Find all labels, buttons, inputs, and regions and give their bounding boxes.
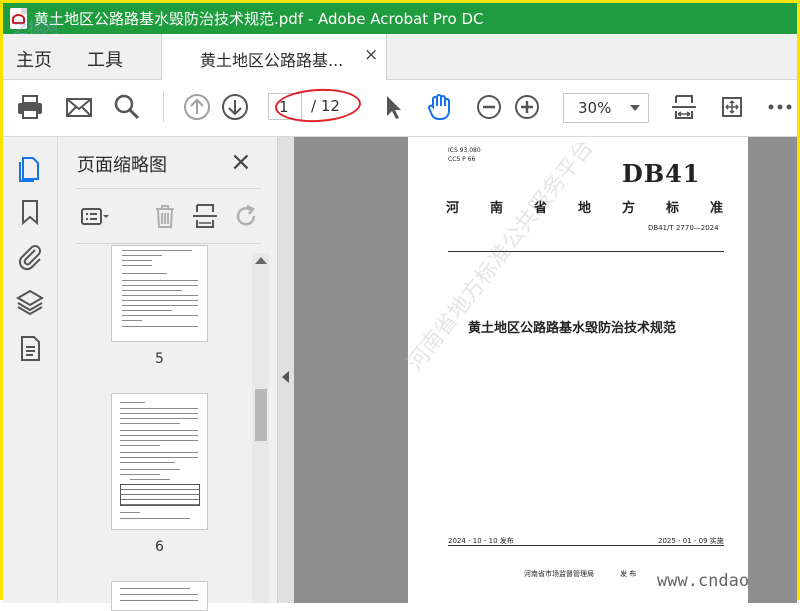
tab-home[interactable]: 主页	[16, 46, 52, 72]
zoom-select[interactable]: 30%	[563, 93, 649, 123]
next-page-icon[interactable]	[220, 92, 250, 122]
document-properties-icon[interactable]	[15, 333, 45, 363]
province-char: 地	[578, 201, 592, 216]
doc-ics: ICS 93.080	[448, 147, 481, 154]
panel-title: 页面缩略图	[77, 155, 167, 176]
page-thumbnails-icon[interactable]	[15, 153, 45, 183]
layers-icon[interactable]	[15, 287, 45, 317]
thumbnail-page-number: 5	[155, 351, 164, 367]
hand-icon[interactable]	[425, 92, 455, 122]
province-char: 南	[490, 201, 504, 216]
rotate-page-icon[interactable]	[231, 201, 261, 231]
doc-issue-label: 发 布	[620, 570, 637, 578]
collapse-arrow-icon[interactable]	[282, 371, 289, 383]
zoom-in-icon[interactable]	[512, 92, 542, 122]
page-thumbnails-panel: 页面缩略图 × 5 6	[58, 137, 277, 611]
toolbar-separator	[163, 92, 164, 122]
fit-page-icon[interactable]	[669, 92, 699, 122]
doc-rule	[448, 545, 724, 546]
print-icon[interactable]	[15, 92, 45, 122]
doc-standard-mark: DB41	[622, 159, 701, 188]
page-thumbnail[interactable]	[111, 581, 208, 611]
zoom-out-icon[interactable]	[474, 92, 504, 122]
province-char: 标	[666, 201, 680, 216]
window-title: 黄土地区公路路基水毁防治技术规范.pdf - Adobe Acrobat Pro…	[34, 10, 484, 28]
panel-collapse-strip[interactable]	[277, 137, 294, 603]
doc-rule	[448, 251, 724, 252]
search-icon[interactable]	[112, 92, 142, 122]
zoom-value: 30%	[578, 99, 612, 117]
document-page[interactable]: 河南省地方标准公共服务平台 ICS 93.080 CCS P 66 DB41 河…	[403, 135, 748, 603]
document-watermark: 河南省地方标准公共服务平台	[402, 135, 599, 377]
thumbnail-options-icon[interactable]	[79, 201, 109, 231]
scrollbar-thumb[interactable]	[255, 389, 267, 441]
panel-divider	[76, 243, 261, 244]
doc-code: DB41/T 2770—2024	[648, 224, 719, 232]
title-bar: 黄土地区公路路基水毁防治技术规范.pdf - Adobe Acrobat Pro…	[3, 3, 797, 37]
left-navigation-rail	[3, 137, 58, 603]
select-cursor-icon[interactable]	[378, 92, 408, 122]
doc-issuer: 河南省市场监督管理局	[524, 570, 594, 578]
panel-divider	[76, 188, 261, 189]
tab-document[interactable]: 黄土地区公路路基... ×	[161, 34, 387, 80]
tab-tools[interactable]: 工具	[87, 46, 123, 72]
email-icon[interactable]	[64, 92, 94, 122]
tab-document-title: 黄土地区公路路基...	[200, 51, 344, 70]
tab-bar: 主页 工具	[3, 34, 797, 80]
province-char: 省	[534, 201, 548, 216]
scroll-up-icon[interactable]	[255, 257, 267, 264]
attachment-icon[interactable]	[15, 241, 45, 271]
delete-page-icon[interactable]	[150, 201, 180, 231]
chevron-down-icon	[630, 105, 640, 111]
site-watermark: www.cndao	[657, 571, 750, 591]
doc-title: 黄土地区公路路基水毁防治技术规范	[468, 321, 677, 336]
scroll-mode-icon[interactable]	[717, 92, 747, 122]
thumbnail-scrollbar[interactable]	[252, 253, 269, 603]
province-char: 河	[446, 201, 460, 216]
page-thumbnail[interactable]	[111, 245, 208, 342]
page-thumbnail[interactable]	[111, 393, 208, 530]
province-char: 准	[710, 201, 724, 216]
thumbnail-page-number: 6	[155, 539, 164, 555]
bookmark-icon[interactable]	[15, 197, 45, 227]
toolbar: 1 / 12 30%	[3, 80, 797, 137]
panel-close-icon[interactable]: ×	[230, 147, 252, 177]
prev-page-icon[interactable]	[182, 92, 212, 122]
province-char: 方	[622, 201, 636, 216]
tab-close-icon[interactable]: ×	[364, 45, 378, 65]
more-icon[interactable]	[765, 92, 795, 122]
insert-page-icon[interactable]	[190, 201, 220, 231]
doc-ccs: CCS P 66	[448, 156, 476, 163]
